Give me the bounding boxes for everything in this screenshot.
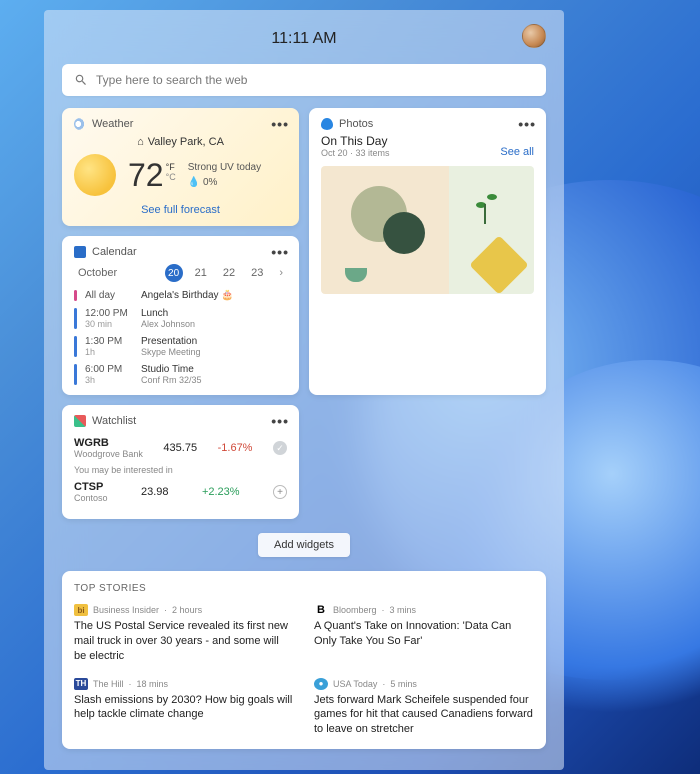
source-badge: bi — [74, 604, 88, 616]
weather-location: ⌂ Valley Park, CA — [74, 136, 287, 148]
photos-meta: Oct 20 · 33 items — [321, 148, 390, 158]
chart-icon — [74, 415, 86, 427]
uv-label: Strong UV today — [188, 162, 261, 173]
story-headline: Slash emissions by 2030? How big goals w… — [74, 693, 294, 723]
watchlist-more-button[interactable]: ••• — [271, 413, 289, 429]
story-item[interactable]: BBloomberg · 3 mins A Quant's Take on In… — [314, 604, 534, 664]
watchlist-widget[interactable]: Watchlist ••• WGRB Woodgrove Bank 435.75… — [62, 405, 299, 519]
photo-thumbnail[interactable] — [321, 166, 534, 294]
precip: 0% — [203, 177, 217, 188]
cloud-icon — [74, 118, 86, 130]
watchlist-title: Watchlist — [92, 415, 136, 427]
calendar-month[interactable]: October — [74, 265, 121, 281]
calendar-widget[interactable]: Calendar ••• October 20 21 22 23 › All d… — [62, 236, 299, 395]
temperature: 72 — [128, 159, 164, 191]
search-input[interactable]: Type here to search the web — [62, 64, 546, 96]
story-headline: A Quant's Take on Innovation: 'Data Can … — [314, 619, 534, 649]
calendar-date-today[interactable]: 20 — [165, 264, 183, 282]
add-widgets-button[interactable]: Add widgets — [258, 533, 350, 557]
story-headline: The US Postal Service revealed its first… — [74, 619, 294, 664]
search-icon — [74, 73, 88, 87]
unit-c[interactable]: °C — [166, 172, 176, 182]
story-item[interactable]: THThe Hill · 18 mins Slash emissions by … — [74, 678, 294, 738]
clock: 11:11 AM — [271, 30, 336, 48]
story-item[interactable]: biBusiness Insider · 2 hours The US Post… — [74, 604, 294, 664]
check-icon[interactable]: ✓ — [273, 441, 287, 455]
story-item[interactable]: ●USA Today · 5 mins Jets forward Mark Sc… — [314, 678, 534, 738]
calendar-more-button[interactable]: ••• — [271, 244, 289, 260]
sun-icon — [74, 154, 116, 196]
see-all-link[interactable]: See all — [500, 146, 534, 158]
calendar-event[interactable]: 6:00 PM3h Studio TimeConf Rm 32/35 — [74, 364, 287, 385]
weather-more-button[interactable]: ••• — [271, 116, 289, 132]
source-badge: B — [314, 604, 328, 616]
photos-heading: On This Day — [321, 134, 390, 148]
stock-row[interactable]: CTSP Contoso 23.98 +2.23% + — [74, 481, 287, 503]
see-forecast-link[interactable]: See full forecast — [74, 204, 287, 216]
calendar-icon — [74, 246, 86, 258]
source-badge: ● — [314, 678, 328, 690]
raindrop-icon: 💧 — [188, 177, 200, 188]
story-headline: Jets forward Mark Scheifele suspended fo… — [314, 693, 534, 738]
home-icon: ⌂ — [137, 136, 144, 148]
calendar-event[interactable]: 1:30 PM1h PresentationSkype Meeting — [74, 336, 287, 357]
photos-title: Photos — [339, 118, 373, 130]
stock-row[interactable]: WGRB Woodgrove Bank 435.75 -1.67% ✓ — [74, 437, 287, 459]
widgets-panel: 11:11 AM Type here to search the web Wea… — [44, 10, 564, 770]
watchlist-note: You may be interested in — [74, 465, 287, 475]
calendar-date[interactable]: 23 — [247, 265, 267, 281]
user-avatar[interactable] — [522, 24, 546, 48]
photos-more-button[interactable]: ••• — [518, 116, 536, 132]
search-placeholder: Type here to search the web — [96, 73, 247, 87]
weather-widget[interactable]: Weather ••• ⌂ Valley Park, CA 72 °F °C S… — [62, 108, 299, 226]
unit-f[interactable]: °F — [166, 162, 176, 172]
stories-heading: TOP STORIES — [74, 583, 534, 594]
source-badge: TH — [74, 678, 88, 690]
top-stories-widget: TOP STORIES biBusiness Insider · 2 hours… — [62, 571, 546, 749]
add-stock-button[interactable]: + — [273, 485, 287, 499]
calendar-date[interactable]: 21 — [191, 265, 211, 281]
weather-title: Weather — [92, 118, 133, 130]
calendar-date[interactable]: 22 — [219, 265, 239, 281]
calendar-events: All day Angela's Birthday 🎂 12:00 PM30 m… — [74, 290, 287, 385]
photos-widget[interactable]: Photos ••• On This Day Oct 20 · 33 items… — [309, 108, 546, 395]
calendar-title: Calendar — [92, 246, 137, 258]
calendar-event[interactable]: All day Angela's Birthday 🎂 — [74, 290, 287, 301]
calendar-event[interactable]: 12:00 PM30 min LunchAlex Johnson — [74, 308, 287, 329]
onedrive-icon — [321, 118, 333, 130]
panel-topbar: 11:11 AM — [62, 24, 546, 54]
calendar-next-button[interactable]: › — [275, 265, 287, 281]
